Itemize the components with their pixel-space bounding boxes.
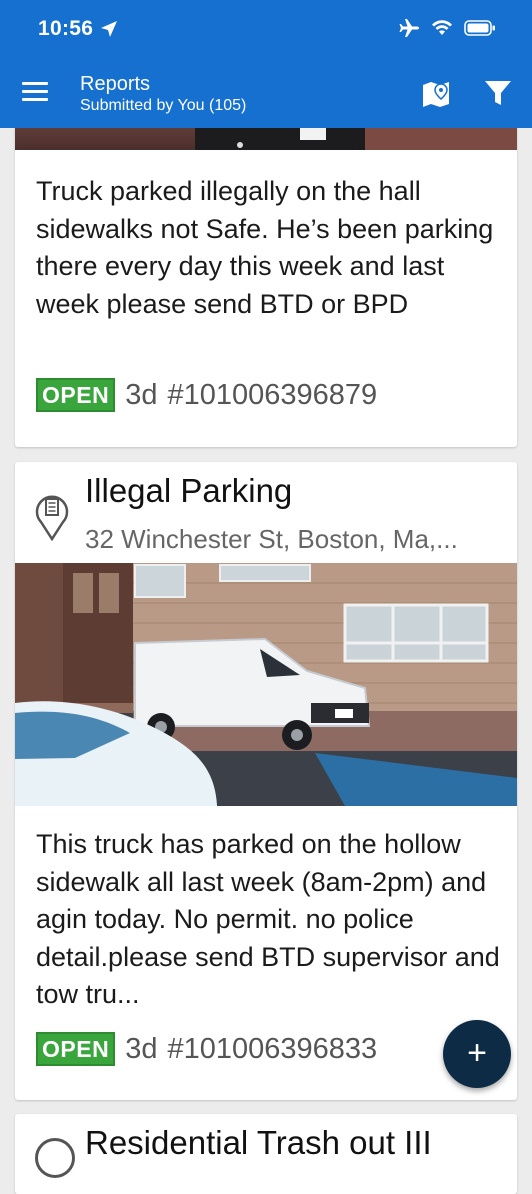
- airplane-icon: [399, 19, 419, 37]
- location-arrow-icon: [101, 21, 117, 37]
- status-badge: OPEN: [36, 378, 116, 412]
- status-bar: 10:56: [0, 0, 532, 62]
- status-icons: [398, 18, 496, 38]
- report-age: 3d: [125, 378, 158, 411]
- report-age: 3d: [125, 1032, 158, 1065]
- report-meta: OPEN 3d #101006396833: [36, 1032, 377, 1066]
- report-title: Residential Trash out III: [85, 1124, 432, 1161]
- page-subtitle: Submitted by You (105): [80, 97, 247, 114]
- report-photo: [15, 563, 517, 806]
- report-title: Illegal Parking: [85, 472, 293, 509]
- report-id: #101006396833: [167, 1032, 378, 1065]
- report-meta: OPEN 3d #101006396879: [36, 378, 377, 412]
- report-id: #101006396879: [167, 378, 378, 411]
- pin-icon: [35, 1138, 75, 1178]
- status-time: 10:56: [38, 17, 94, 40]
- report-card[interactable]: Residential Trash out III: [15, 1114, 517, 1194]
- wifi-icon: [432, 20, 452, 35]
- report-description: This truck has parked on the hollow side…: [36, 829, 500, 1009]
- page-title: Reports: [80, 73, 151, 95]
- battery-icon: [464, 20, 495, 36]
- report-card[interactable]: Illegal Parking 32 Winchester St, Boston…: [15, 462, 517, 1100]
- add-report-button[interactable]: +: [443, 1020, 511, 1088]
- filter-icon[interactable]: [483, 78, 513, 108]
- map-pin-icon[interactable]: [420, 78, 452, 110]
- header-titles: Reports Submitted by You (105): [80, 72, 246, 116]
- report-address: 32 Winchester St, Boston, Ma,...: [85, 524, 458, 554]
- report-description: Truck parked illegally on the hall sidew…: [36, 176, 494, 319]
- status-badge: OPEN: [36, 1032, 116, 1066]
- app-bar: Reports Submitted by You (105): [0, 62, 532, 128]
- top-bar: 10:56 Reports Submitted by You (105): [0, 0, 532, 128]
- document-pin-icon: [35, 495, 69, 541]
- van-photo-graphic: [15, 563, 517, 806]
- hamburger-menu-icon[interactable]: [22, 82, 48, 108]
